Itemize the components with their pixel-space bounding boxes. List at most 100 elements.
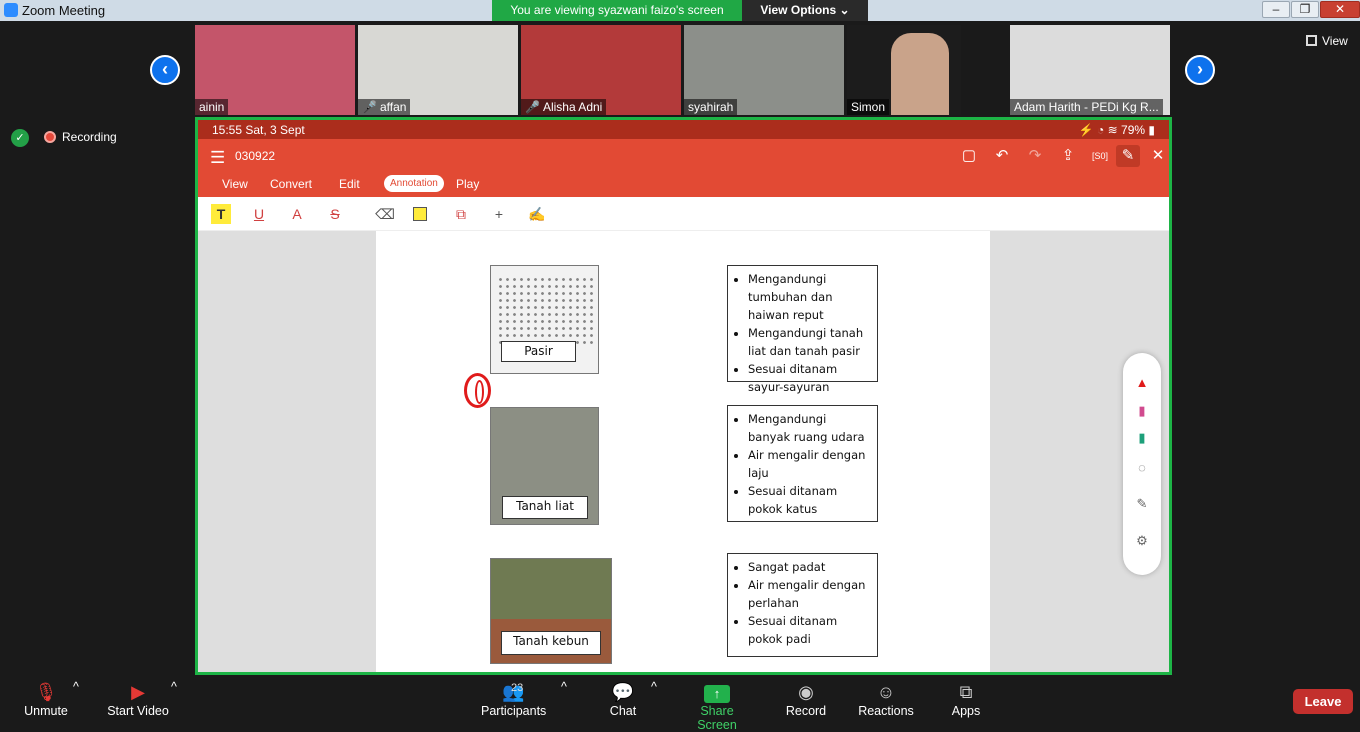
mic-muted-icon: 🎙	[34, 682, 58, 702]
description-item: Mengandungi banyak ruang udara	[748, 410, 871, 446]
participant-name-label: 🎤 Alisha Adni	[521, 99, 607, 115]
share-screen-button[interactable]: ↑ Share Screen	[681, 680, 753, 732]
record-icon: ◉	[798, 682, 814, 702]
document-viewport[interactable]: Pasir Tanah liat Tanah kebun Mengandungi…	[198, 231, 1169, 672]
close-icon[interactable]: ✕	[1320, 1, 1360, 18]
description-item: Air mengalir dengan perlahan	[748, 576, 871, 612]
participants-button[interactable]: 👥 23 Participants	[481, 680, 546, 718]
grid-icon	[1306, 35, 1317, 46]
tab-edit[interactable]: Edit	[339, 177, 360, 191]
participant-tile[interactable]: 🎤 Alisha Adni	[521, 25, 681, 115]
chat-icon: 💬	[611, 682, 635, 702]
annotation-toolbar: T U A S ⌫ ⧉ + ✍	[198, 197, 1169, 231]
pen-icon[interactable]: ✎	[1116, 145, 1140, 167]
chat-caret[interactable]: ^	[651, 680, 657, 694]
reactions-button[interactable]: ☺ Reactions	[858, 680, 914, 718]
close-document-icon[interactable]: ✕	[1146, 145, 1169, 167]
participant-tile[interactable]: Adam Harith - PEDi Kg R...	[1010, 25, 1170, 115]
marker-icon[interactable]: ▮	[1132, 401, 1152, 421]
mic-muted-icon: 🎤	[362, 100, 377, 114]
apps-button[interactable]: ⧉ Apps	[950, 680, 982, 718]
save-icon[interactable]: ▢	[957, 145, 981, 167]
red-pen-annotation	[464, 373, 491, 408]
underline-icon[interactable]: U	[249, 204, 269, 224]
view-options-button[interactable]: View Options ⌄	[742, 0, 868, 21]
signature-icon[interactable]: ✍	[527, 204, 547, 224]
picture-caption: Tanah liat	[502, 496, 588, 519]
description-item: Air mengalir dengan laju	[748, 446, 871, 482]
description-item: Sesuai ditanam pokok katus	[748, 482, 871, 518]
participant-tile[interactable]: Simon	[847, 25, 961, 115]
eraser-icon[interactable]: ⌫	[375, 204, 395, 224]
hamburger-menu-icon[interactable]: ☰	[210, 148, 225, 168]
start-video-label: Start Video	[107, 704, 169, 718]
participant-name-label: 🎤 affan	[358, 99, 411, 115]
soil-picture-tanah-kebun: Tanah kebun	[490, 558, 612, 664]
record-button[interactable]: ◉ Record	[785, 680, 827, 718]
undo-icon[interactable]: ↶	[990, 145, 1014, 167]
participants-label: Participants	[481, 704, 547, 718]
participant-tile[interactable]: ainin	[195, 25, 355, 115]
highlight-icon[interactable]: T	[211, 204, 231, 224]
lasso-icon[interactable]: ◌	[1132, 458, 1152, 478]
strikethrough-icon[interactable]: S	[325, 204, 345, 224]
leave-button[interactable]: Leave	[1293, 689, 1353, 714]
share-icon[interactable]: ⇪	[1056, 145, 1080, 167]
view-layout-button[interactable]: View	[1306, 34, 1348, 48]
soil-picture-tanah-liat: Tanah liat	[490, 407, 599, 525]
picture-caption: Tanah kebun	[501, 631, 601, 655]
description-box: Mengandungi tumbuhan dan haiwan reput Me…	[727, 265, 878, 394]
video-options-caret[interactable]: ^	[171, 680, 177, 694]
unmute-button[interactable]: 🎙 Unmute	[22, 680, 70, 718]
participant-count: 23	[511, 682, 524, 694]
device-battery: ⚡ ◔ ≋ 79% ▮	[1078, 123, 1155, 137]
description-item: Mengandungi tumbuhan dan haiwan reput	[748, 270, 871, 324]
settings-icon[interactable]: ⚙	[1132, 531, 1152, 551]
chat-label: Chat	[609, 704, 637, 718]
description-item: Mengandungi tanah liat dan tanah pasir	[748, 324, 871, 360]
apps-label: Apps	[951, 704, 981, 718]
video-off-icon: ▶	[131, 682, 145, 702]
record-dot-icon	[44, 131, 56, 143]
participant-tile[interactable]: syahirah	[684, 25, 844, 115]
add-icon[interactable]: +	[489, 204, 509, 224]
restore-icon[interactable]: ❐	[1291, 1, 1319, 18]
pen-palette: ▲ ▮ ▮ ◌ ✎ ⚙	[1123, 353, 1161, 575]
highlighter-icon[interactable]: ▮	[1132, 428, 1152, 448]
tab-convert[interactable]: Convert	[270, 177, 312, 191]
description-item: Sangat padat	[748, 558, 871, 576]
start-video-button[interactable]: ▶ Start Video	[107, 680, 169, 718]
shape-icon[interactable]: ⧉	[451, 204, 471, 224]
gallery-prev-button[interactable]: ‹	[150, 55, 180, 85]
screen-share-banner: You are viewing syazwani faizo's screen	[492, 0, 742, 21]
soil-picture-pasir: Pasir	[490, 265, 599, 374]
chat-button[interactable]: 💬 Chat	[607, 680, 639, 718]
participants-caret[interactable]: ^	[561, 680, 567, 694]
gallery-next-button[interactable]: ›	[1185, 55, 1215, 85]
apps-icon: ⧉	[959, 682, 973, 702]
red-pen-icon[interactable]: ▲	[1132, 373, 1152, 393]
tab-play[interactable]: Play	[456, 177, 479, 191]
security-shield-icon[interactable]: ✓	[11, 129, 29, 147]
participant-name: Adam Harith - PEDi Kg R...	[1010, 99, 1163, 115]
redo-icon[interactable]: ↷	[1023, 145, 1047, 167]
pdf-app-header: ☰ 030922 ▢ ↶ ↷ ⇪ [S0] ✎ ✕ View Convert E…	[198, 139, 1169, 197]
tab-view[interactable]: View	[222, 177, 248, 191]
participant-tile[interactable]: 🎤 affan	[358, 25, 518, 115]
tab-annotation[interactable]: Annotation	[384, 175, 444, 192]
meeting-toolbar: 🎙 Unmute ^ ▶ Start Video ^ 👥 23 Participants…	[0, 675, 1360, 732]
minimize-icon[interactable]: –	[1262, 1, 1290, 18]
recording-indicator[interactable]: Recording	[44, 130, 117, 144]
audio-options-caret[interactable]: ^	[73, 680, 79, 694]
area-highlight-icon[interactable]	[413, 207, 427, 221]
text-color-icon[interactable]: A	[287, 204, 307, 224]
page-mode-icon[interactable]: [S0]	[1088, 145, 1112, 167]
shared-screen: 15:55 Sat, 3 Sept ⚡ ◔ ≋ 79% ▮ ☰ 030922 ▢…	[195, 117, 1172, 675]
chevron-left-icon: ‹	[162, 59, 168, 79]
mic-muted-icon: 🎤	[525, 100, 540, 114]
participant-name: Alisha Adni	[542, 100, 603, 114]
unmute-label: Unmute	[24, 704, 68, 718]
document-page: Pasir Tanah liat Tanah kebun Mengandungi…	[376, 231, 990, 672]
participant-name: affan	[379, 100, 407, 114]
pencil-icon[interactable]: ✎	[1132, 494, 1152, 514]
